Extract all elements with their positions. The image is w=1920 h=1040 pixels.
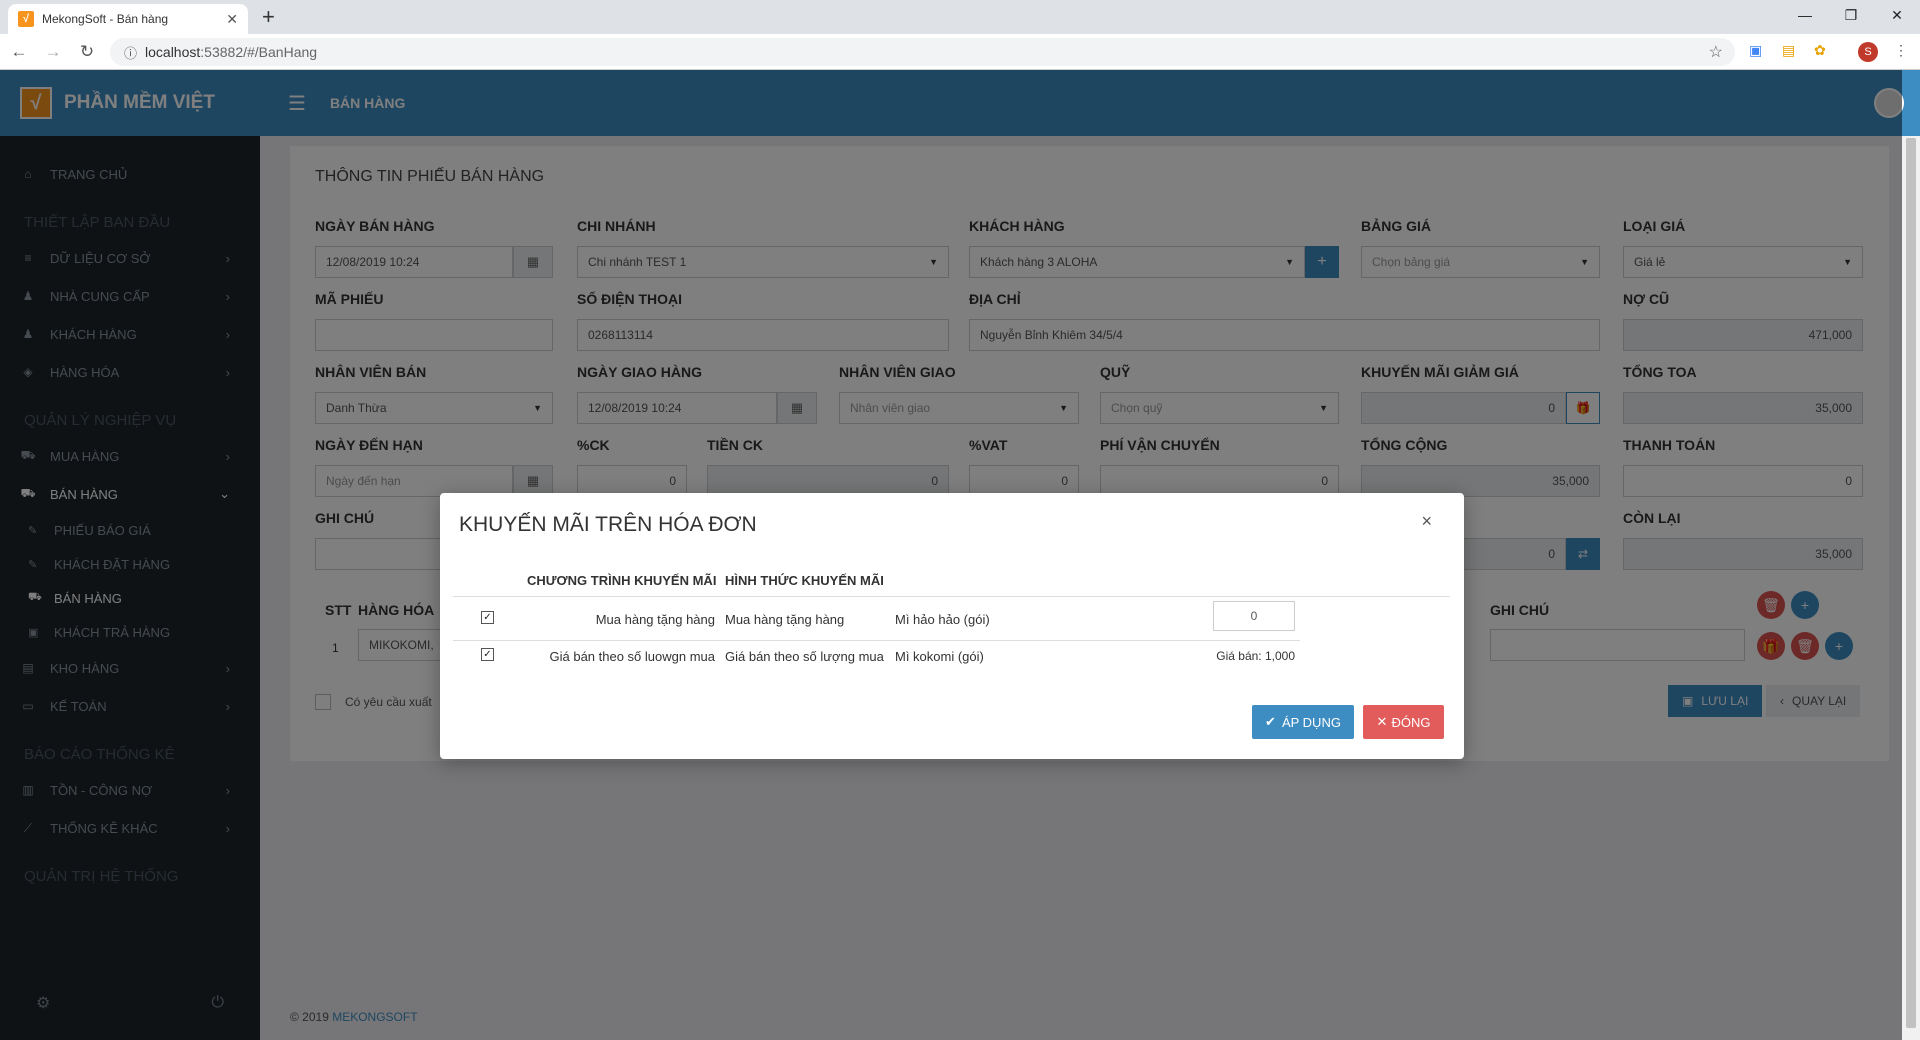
favicon-icon: √ [18,11,34,27]
row1-checkbox[interactable]: ✓ [481,611,494,624]
row2-price: Giá bán: 1,000 [1216,649,1295,663]
browser-tab-strip: √ MekongSoft - Bán hàng ✕ + — ❐ ✕ [0,0,1920,34]
modal-title: KHUYẾN MÃI TRÊN HÓA ĐƠN [459,513,757,536]
url-path: :53882/#/BanHang [200,44,318,60]
header-divider [453,596,1450,597]
extension2-icon[interactable]: ✿ [1814,42,1826,59]
close-button[interactable]: ✕ ĐÓNG [1363,705,1444,739]
new-tab-button[interactable]: + [262,4,275,30]
row1-quantity-value: 0 [1250,609,1258,623]
row-divider [453,640,1300,641]
row2-program: Giá bán theo số luowgn mua [549,649,716,664]
star-icon[interactable]: ☆ [1709,42,1723,62]
row1-quantity-input[interactable]: 0 [1213,601,1295,631]
reload-icon[interactable]: ↻ [72,42,102,62]
apply-button[interactable]: ✔ ÁP DỤNG [1252,705,1354,739]
row2-item: Mì kokomi (gói) [895,649,984,664]
col-program: CHƯƠNG TRÌNH KHUYẾN MÃI [527,573,717,588]
profile-avatar[interactable]: S [1858,42,1878,62]
url-input[interactable]: ⓘ localhost:53882/#/BanHang ☆ [110,38,1735,66]
close-x-icon: ✕ [1376,714,1388,729]
close-label: ĐÓNG [1391,714,1431,730]
back-icon[interactable]: ← [4,42,34,62]
col-form: HÌNH THỨC KHUYẾN MÃI [725,573,884,588]
restore-icon[interactable]: ❐ [1828,0,1874,30]
scrollbar-thumb[interactable] [1906,138,1916,1028]
row2-form: Giá bán theo số lượng mua [725,649,884,664]
url-host: localhost [145,44,201,60]
row1-program: Mua hàng tặng hàng [595,612,715,627]
promotion-modal: KHUYẾN MÃI TRÊN HÓA ĐƠN × CHƯƠNG TRÌNH K… [440,493,1464,759]
close-icon[interactable]: × [1421,511,1432,532]
info-icon[interactable]: ⓘ [124,43,137,62]
close-window-icon[interactable]: ✕ [1874,0,1920,30]
browser-menu-icon[interactable]: ⋮ [1894,42,1908,59]
translate-icon[interactable]: ▣ [1749,42,1762,59]
tab-title: MekongSoft - Bán hàng [42,12,169,26]
apply-label: ÁP DỤNG [1281,714,1341,730]
check-icon: ✔ [1265,714,1276,729]
address-bar: ← → ↻ ⓘ localhost:53882/#/BanHang ☆ ▣ ▤ … [0,34,1920,70]
vertical-scrollbar[interactable] [1902,136,1920,1040]
row1-item: Mì hảo hảo (gói) [895,612,990,627]
minimize-icon[interactable]: — [1782,0,1828,30]
extension-icon[interactable]: ▤ [1782,42,1795,59]
row1-form: Mua hàng tặng hàng [725,612,845,627]
close-tab-icon[interactable]: ✕ [226,11,238,28]
forward-icon[interactable]: → [38,42,68,62]
browser-tab[interactable]: √ MekongSoft - Bán hàng ✕ [8,4,248,34]
